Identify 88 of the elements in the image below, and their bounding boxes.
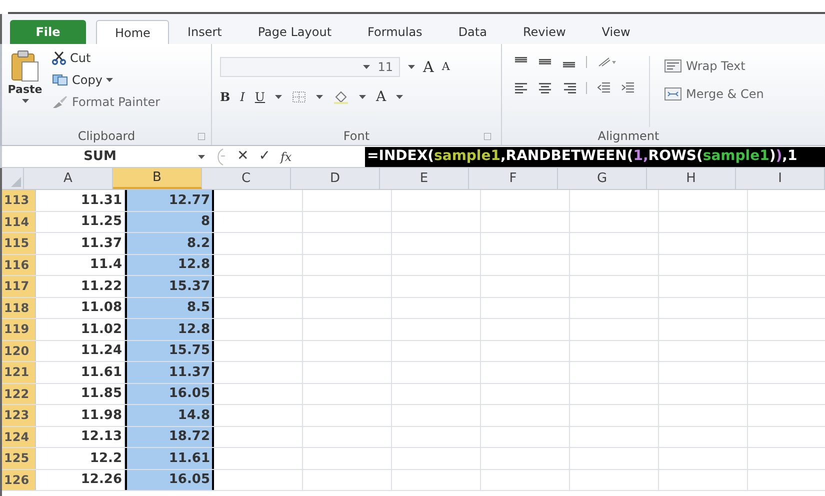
merge-center-button[interactable]: Merge & Cen [664,84,764,104]
font-name-field[interactable]: 11 [220,57,400,78]
format-painter-button[interactable]: Format Painter [52,92,160,112]
column-header[interactable]: H [647,168,736,189]
borders-icon[interactable] [292,91,306,103]
caret-icon [198,154,205,158]
column-header[interactable]: C [202,168,291,189]
table-cell[interactable]: 8 [125,212,214,232]
table-cell[interactable]: 16.05 [125,384,214,404]
column-header[interactable]: I [736,168,825,189]
column-header[interactable]: G [558,168,647,189]
table-cell[interactable]: 12.8 [125,319,214,340]
table-cell[interactable]: 15.75 [125,340,214,361]
table-cell[interactable]: 15.37 [125,276,214,296]
row-header[interactable]: 118 [2,298,36,318]
grow-font-button[interactable]: A [423,56,434,78]
column-header[interactable]: B [113,168,202,189]
row-header[interactable]: 123 [2,405,36,426]
table-cell[interactable]: 18.72 [125,426,214,447]
group-label: Clipboard [78,128,136,145]
wrap-text-button[interactable]: Wrap Text [664,56,764,76]
row-header[interactable]: 125 [2,448,36,468]
table-cell[interactable]: 11.37 [125,362,214,382]
table-cell[interactable]: 12.77 [125,190,214,210]
caret-icon [408,65,415,70]
row-header[interactable]: 117 [2,276,36,296]
merge-cells-icon [664,87,682,101]
insert-function-button[interactable]: fx [280,148,292,166]
text-angle-icon[interactable] [597,56,617,68]
cut-button[interactable]: Cut [52,48,160,68]
ribbon-tab[interactable]: Home [96,20,170,44]
column-header[interactable]: D [291,168,380,189]
align-center-icon[interactable] [538,82,552,94]
table-cell[interactable]: 16.05 [125,470,214,490]
paste-button[interactable]: Paste [2,48,48,127]
caret-icon [359,95,366,99]
bold-button[interactable]: B [220,88,230,106]
table-cell[interactable]: 8.5 [125,298,214,318]
underline-button[interactable]: U [254,88,266,106]
table-cell[interactable]: 14.8 [125,405,214,426]
italic-button[interactable]: I [240,88,245,106]
align-right-icon[interactable] [562,82,576,94]
column-header[interactable]: E [380,168,469,189]
font-color-button[interactable]: A [376,86,386,108]
caret-icon [275,95,282,99]
font-size-value[interactable]: 11 [374,58,393,76]
group-label: Font [343,128,370,145]
caret-icon [316,95,324,99]
ribbon-tab[interactable]: Review [504,20,584,44]
file-tab[interactable]: File [10,20,86,44]
group-label: Alignment [598,128,660,145]
ribbon-tab[interactable]: Page Layout [240,20,350,44]
caret-icon [22,98,28,102]
row-header[interactable]: 120 [2,340,36,361]
name-box[interactable]: SUM [2,146,198,166]
table-cell[interactable]: 12.8 [125,254,214,275]
row-header[interactable]: 124 [2,426,36,447]
row-header[interactable]: 115 [2,233,36,254]
copy-icon [52,74,68,86]
formula-text[interactable]: =INDEX(sample1,RANDBETWEEN(1,ROWS(sample1)),1 [365,146,825,166]
column-header[interactable]: F [469,168,558,189]
copy-button[interactable]: Copy [52,70,160,90]
wrap-text-icon [664,59,682,73]
align-left-icon[interactable] [514,82,528,94]
cancel-button[interactable]: ✕ [237,146,249,167]
ribbon-tab[interactable]: View [584,20,648,44]
enter-button[interactable]: ✓ [258,146,270,167]
clipboard-icon [10,50,40,82]
ribbon-tab[interactable]: Formulas [350,20,440,44]
caret-icon [396,95,404,99]
ribbon-tab[interactable]: Insert [169,20,240,44]
caret-icon [106,78,114,82]
row-header[interactable]: 116 [2,254,36,275]
shrink-font-button[interactable]: A [442,59,450,76]
decrease-indent-icon[interactable] [597,82,611,94]
row-header[interactable]: 122 [2,384,36,404]
table-cell[interactable]: 11.61 [125,448,214,468]
caret-icon [362,65,370,70]
row-header[interactable]: 113 [2,190,36,210]
row-header[interactable]: 114 [2,212,36,232]
table-cell[interactable]: 8.2 [125,233,214,254]
ribbon-tab[interactable]: Data [440,20,505,44]
row-header[interactable]: 121 [2,362,36,382]
scissors-icon [52,51,66,65]
row-header[interactable]: 126 [2,470,36,490]
increase-indent-icon[interactable] [621,82,635,94]
row-header[interactable]: 119 [2,319,36,340]
brush-icon [52,95,68,109]
